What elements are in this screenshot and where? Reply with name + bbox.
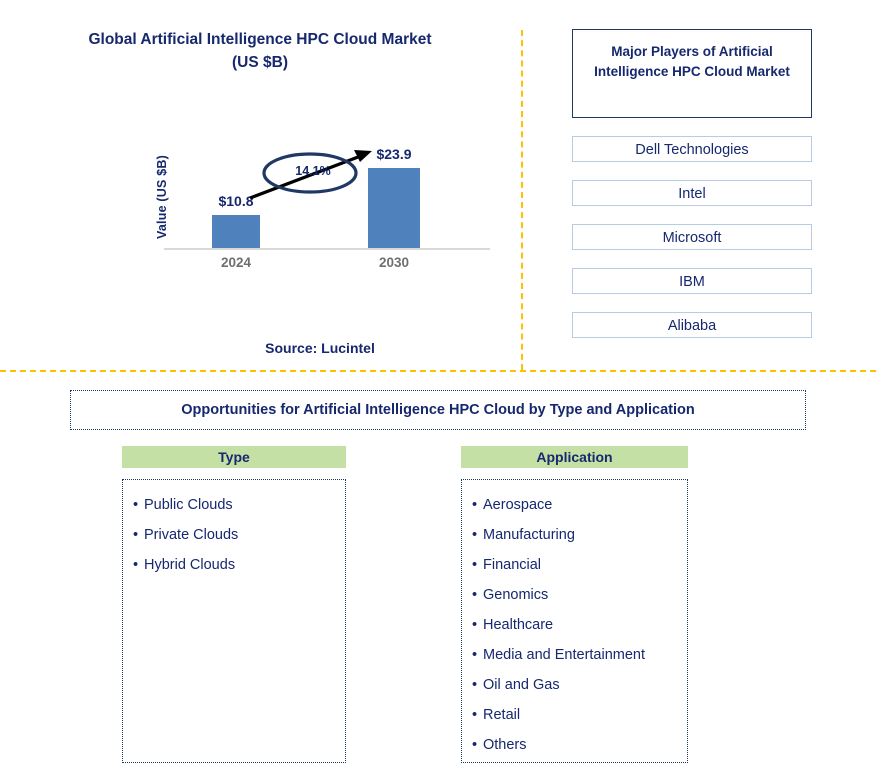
y-axis-label: Value (US $B): [155, 155, 169, 239]
list-item: • Media and Entertainment: [462, 640, 687, 670]
bullet-icon: •: [472, 527, 478, 543]
list-item-label: Manufacturing: [483, 527, 575, 543]
x-axis-line: [164, 248, 490, 250]
bullet-icon: •: [472, 587, 478, 603]
list-item: • Financial: [462, 550, 687, 580]
player-item-4[interactable]: IBM: [572, 268, 812, 294]
player-item-1[interactable]: Dell Technologies: [572, 136, 812, 162]
x-tick-2024: 2024: [220, 255, 252, 270]
infographic-page: Global Artificial Intelligence HPC Cloud…: [0, 0, 876, 784]
column-header-type: Type: [122, 446, 346, 468]
vertical-divider: [521, 30, 523, 370]
list-item: • Manufacturing: [462, 520, 687, 550]
player-item-2[interactable]: Intel: [572, 180, 812, 206]
chart-title: Global Artificial Intelligence HPC Cloud…: [20, 28, 500, 74]
list-item: • Genomics: [462, 580, 687, 610]
bullet-icon: •: [133, 527, 139, 543]
bullet-icon: •: [472, 497, 478, 513]
list-item-label: Media and Entertainment: [483, 647, 646, 663]
list-item: • Oil and Gas: [462, 670, 687, 700]
list-item-label: Others: [483, 737, 527, 753]
list-item: • Private Clouds: [123, 520, 345, 550]
bullet-icon: •: [472, 617, 478, 633]
bullet-icon: •: [133, 497, 139, 513]
list-item-label: Hybrid Clouds: [144, 557, 236, 573]
list-item-label: Private Clouds: [144, 527, 239, 543]
list-item-label: Healthcare: [483, 617, 554, 633]
opportunities-banner-label: Opportunities for Artificial Intelligenc…: [181, 402, 695, 418]
player-item-3[interactable]: Microsoft: [572, 224, 812, 250]
x-tick-2030: 2030: [378, 255, 410, 270]
list-item: • Aerospace: [462, 490, 687, 520]
list-item-label: Public Clouds: [144, 497, 233, 513]
type-list-box: • Public Clouds • Private Clouds • Hybrid C…: [122, 479, 346, 763]
bar-2024: [212, 215, 260, 248]
list-item-label: Aerospace: [483, 497, 553, 513]
major-players-header: Major Players of Artificial Intelligence…: [572, 29, 812, 118]
list-item: • Retail: [462, 700, 687, 730]
list-item: • Others: [462, 730, 687, 760]
bullet-icon: •: [472, 557, 478, 573]
list-item-label: Retail: [483, 707, 521, 723]
list-item-label: Oil and Gas: [483, 677, 560, 693]
source-note: Source: Lucintel: [265, 340, 375, 356]
bar-chart-plot: Value (US $B) $10.8 $23.9 2024 2030 14.1…: [150, 138, 490, 283]
list-item-label: Financial: [483, 557, 542, 573]
player-item-5[interactable]: Alibaba: [572, 312, 812, 338]
list-item: • Public Clouds: [123, 490, 345, 520]
major-players-panel: Major Players of Artificial Intelligence…: [572, 29, 812, 338]
application-list-box: • Aerospace • Manufacturing • Financial • Ge…: [461, 479, 688, 763]
cagr-label: 14.1%: [295, 164, 331, 178]
horizontal-divider: [0, 370, 876, 372]
opportunities-banner: Opportunities for Artificial Intelligenc…: [70, 390, 806, 430]
bullet-icon: •: [472, 647, 478, 663]
market-chart-panel: Global Artificial Intelligence HPC Cloud…: [0, 0, 522, 370]
column-header-application: Application: [461, 446, 688, 468]
chart-title-line-1: Global Artificial Intelligence HPC Cloud…: [88, 31, 432, 48]
bullet-icon: •: [133, 557, 139, 573]
list-item: • Healthcare: [462, 610, 687, 640]
list-item-label: Genomics: [483, 587, 549, 603]
bullet-icon: •: [472, 707, 478, 723]
bullet-icon: •: [472, 737, 478, 753]
chart-title-line-2: (US $B): [232, 54, 288, 71]
bullet-icon: •: [472, 677, 478, 693]
list-item: • Hybrid Clouds: [123, 550, 345, 580]
